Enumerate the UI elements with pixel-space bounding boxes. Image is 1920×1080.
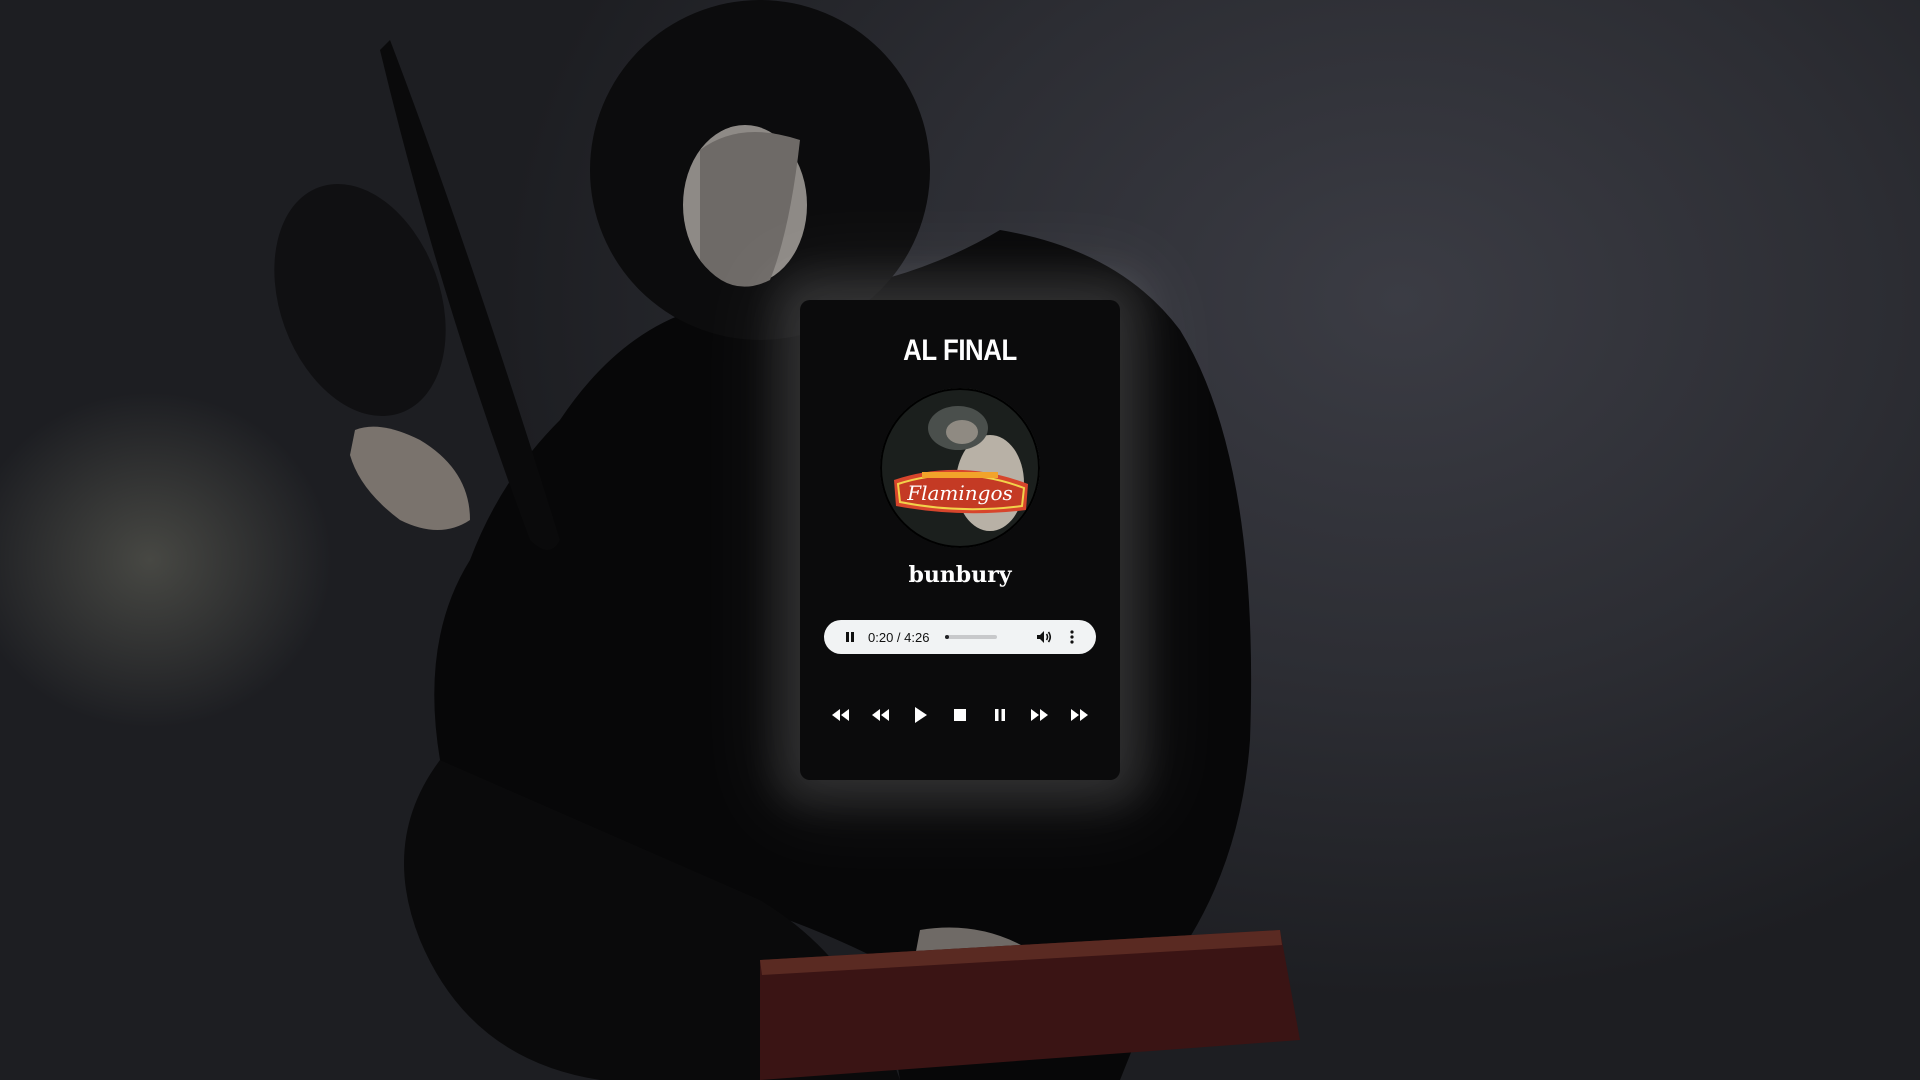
audio-volume-button[interactable] [1030, 623, 1058, 651]
audio-player[interactable]: 0:20 / 4:26 [824, 620, 1096, 654]
rewind-icon [871, 709, 889, 721]
fast-forward-icon [1031, 709, 1049, 721]
play-icon [915, 707, 928, 723]
music-player-card: AL FINAL Flamingos bunbury 0:20 / 4:26 [800, 300, 1120, 780]
artist-name: bunbury [908, 562, 1012, 588]
album-cover: Flamingos [880, 388, 1040, 548]
pause-button[interactable] [985, 700, 1015, 730]
skip-to-start-button[interactable] [826, 700, 856, 730]
play-button[interactable] [905, 700, 935, 730]
skip-to-end-icon [1070, 709, 1088, 721]
transport-controls [820, 700, 1100, 730]
audio-more-options-button[interactable] [1058, 623, 1086, 651]
song-title: AL FINAL [903, 334, 1017, 367]
more-vertical-icon [1070, 630, 1074, 644]
svg-text:Flamingos: Flamingos [906, 481, 1013, 505]
rewind-button[interactable] [866, 700, 896, 730]
audio-pause-button[interactable] [836, 623, 864, 651]
skip-to-end-button[interactable] [1064, 700, 1094, 730]
pause-icon [846, 632, 854, 642]
skip-to-start-icon [832, 709, 849, 721]
volume-icon [1037, 631, 1052, 643]
background-photo: AL FINAL Flamingos bunbury 0:20 / 4:26 [0, 0, 1920, 1080]
album-cover-art: Flamingos [880, 388, 1040, 548]
pause-icon [994, 709, 1005, 721]
stop-icon [953, 709, 966, 721]
fast-forward-button[interactable] [1024, 700, 1054, 730]
audio-seek-slider[interactable] [945, 635, 998, 639]
audio-seek-fill [945, 635, 950, 639]
audio-time-display: 0:20 / 4:26 [868, 629, 930, 645]
stop-button[interactable] [945, 700, 975, 730]
